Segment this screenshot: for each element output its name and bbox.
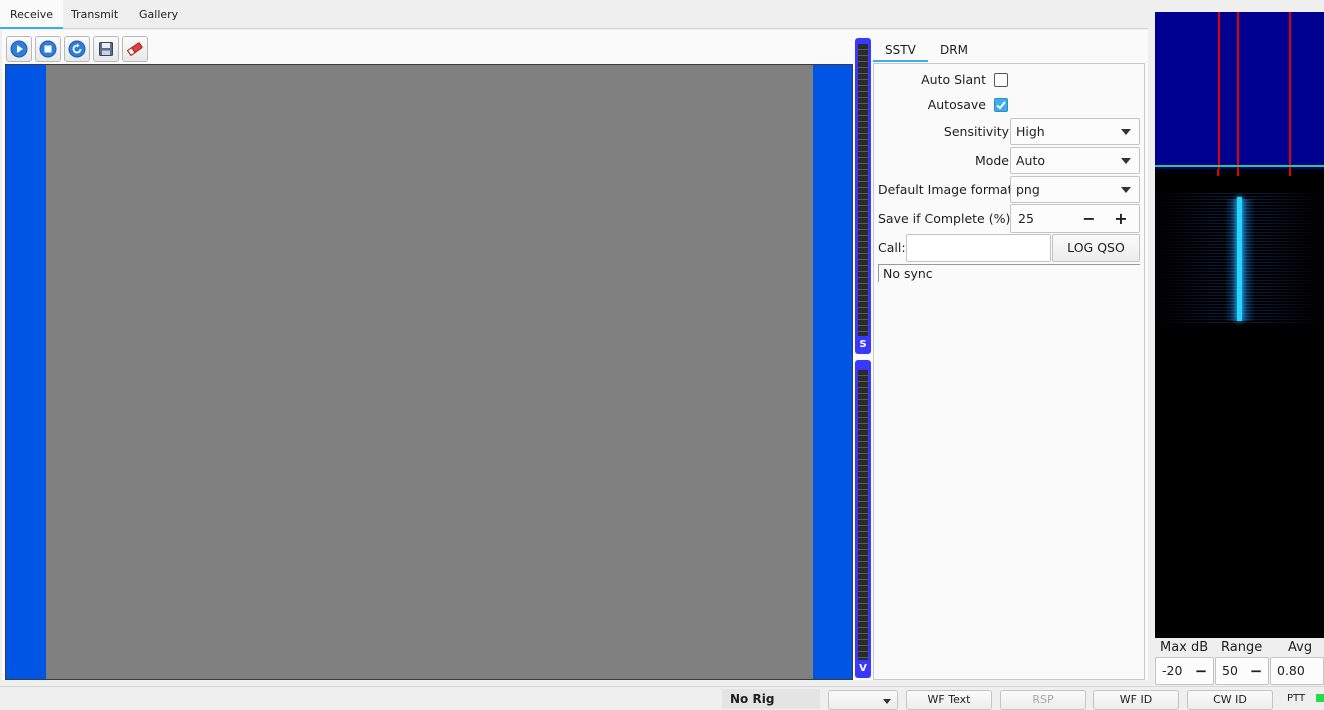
clear-button[interactable] [122, 36, 148, 62]
waterfall-signal [1237, 197, 1242, 321]
auto-slant-label: Auto Slant [921, 72, 986, 87]
call-input[interactable] [906, 234, 1051, 262]
volume-meter-label: V [859, 663, 867, 674]
tab-sstv[interactable]: SSTV [873, 38, 928, 62]
sensitivity-value: High [1016, 124, 1045, 139]
rsp-button[interactable]: RSP [1000, 690, 1086, 710]
image-format-select[interactable]: png [1010, 176, 1140, 203]
rig-status: No Rig [722, 689, 820, 709]
auto-slant-checkbox[interactable] [994, 73, 1008, 87]
save-icon [99, 42, 113, 56]
range-spinbox[interactable]: 50 − [1215, 657, 1269, 685]
chevron-down-icon [1121, 158, 1131, 164]
spectrum-trace [1155, 165, 1324, 167]
wf-text-button[interactable]: WF Text [906, 690, 992, 710]
refresh-icon [68, 40, 86, 58]
eraser-icon [126, 42, 143, 57]
mode-label: Mode [974, 153, 1009, 168]
received-image [46, 65, 813, 679]
resync-button[interactable] [64, 36, 90, 62]
start-button[interactable] [6, 36, 32, 62]
volume-meter: V [855, 360, 871, 678]
avg-label: Avg [1288, 640, 1313, 655]
range-label: Range [1221, 640, 1263, 655]
autosave-checkbox[interactable] [994, 98, 1008, 112]
stop-icon [39, 40, 57, 58]
checkmark-icon [996, 101, 1006, 110]
save-button[interactable] [93, 36, 119, 62]
spectrum-display[interactable] [1155, 12, 1324, 169]
marker-line [1218, 12, 1220, 169]
tab-drm[interactable]: DRM [928, 38, 980, 62]
mode-value: Auto [1016, 153, 1046, 168]
minus-icon[interactable]: − [1075, 205, 1103, 232]
tab-transmit[interactable]: Transmit [61, 0, 128, 29]
stop-button[interactable] [35, 36, 61, 62]
ptt-indicator [1316, 694, 1324, 702]
minus-icon[interactable]: − [1246, 658, 1266, 684]
image-format-label: Default Image format [878, 182, 1013, 197]
save-complete-label: Save if Complete (%) [878, 211, 1011, 226]
call-label: Call: [878, 240, 906, 255]
chevron-down-icon [1121, 129, 1131, 135]
max-db-label: Max dB [1160, 640, 1209, 655]
save-complete-value: 25 [1018, 211, 1034, 226]
play-icon [10, 40, 28, 58]
image-format-value: png [1016, 182, 1040, 197]
sync-meter-label: S [859, 339, 867, 350]
sync-status: No sync [878, 264, 1140, 282]
tab-receive[interactable]: Receive [0, 0, 64, 29]
chevron-down-icon [1121, 187, 1131, 193]
max-db-spinbox[interactable]: -20 − [1155, 657, 1214, 685]
avg-spinbox[interactable]: 0.80 [1270, 657, 1324, 685]
waterfall-display[interactable] [1155, 177, 1324, 638]
max-db-value: -20 [1162, 663, 1183, 678]
minus-icon[interactable]: − [1191, 658, 1211, 684]
sensitivity-select[interactable]: High [1010, 118, 1140, 145]
autosave-label: Autosave [927, 97, 986, 112]
mode-combo-bottom[interactable] [828, 690, 898, 710]
sensitivity-label: Sensitivity [943, 124, 1009, 139]
marker-line [1289, 12, 1291, 169]
marker-line [1237, 12, 1239, 169]
range-value: 50 [1222, 663, 1238, 678]
plus-icon[interactable]: + [1107, 205, 1135, 232]
cw-id-button[interactable]: CW ID [1187, 690, 1273, 710]
main-tab-bar: Receive Transmit Gallery [0, 0, 1148, 29]
tab-gallery[interactable]: Gallery [129, 0, 188, 29]
avg-value: 0.80 [1277, 663, 1305, 678]
ptt-label: PTT [1287, 693, 1306, 704]
sync-meter: S [855, 38, 871, 354]
log-qso-button[interactable]: LOG QSO [1052, 234, 1140, 262]
save-complete-spinbox[interactable]: 25 − + [1010, 204, 1140, 233]
wf-id-button[interactable]: WF ID [1093, 690, 1179, 710]
mode-select[interactable]: Auto [1010, 147, 1140, 174]
